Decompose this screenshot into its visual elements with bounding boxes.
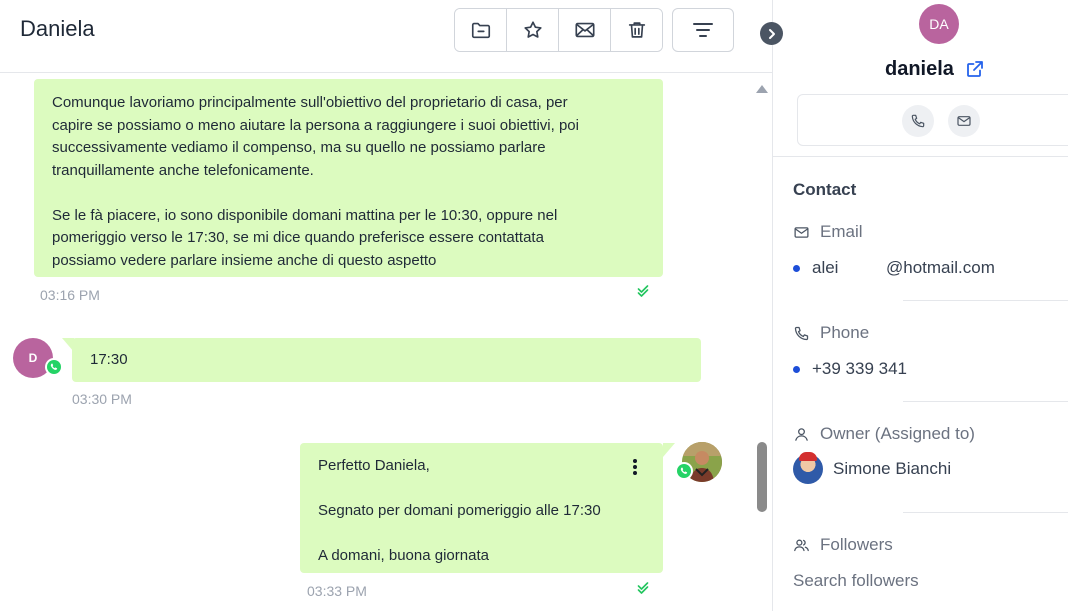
message-bubble: Comunque lavoriamo principalmente sull'o… [34,79,663,277]
message-text: Perfetto Daniela, Segnato per domani pom… [318,457,601,564]
message-time: 03:16 PM [40,287,100,303]
phone-icon [794,326,809,340]
users-icon [794,539,809,551]
folder-button[interactable] [455,9,507,51]
phone-label: Phone [793,323,869,343]
mail-icon [957,116,971,126]
owner-label-text: Owner (Assigned to) [820,424,975,443]
followers-label: Followers [793,535,893,555]
email-label: Email [793,222,863,242]
message-text: 17:30 [90,351,128,368]
owner-avatar [793,452,823,484]
email-value[interactable]: alei @hotmail.com [793,258,995,278]
email-domain: @hotmail.com [886,258,995,277]
owner-label: Owner (Assigned to) [793,424,975,444]
scroll-up-arrow[interactable] [756,85,768,93]
owner-name: Simone Bianchi [833,459,952,478]
phone-value[interactable]: +39 339 341 [793,359,916,379]
star-icon [523,21,542,38]
delivered-check-icon [637,582,649,594]
more-options-icon[interactable] [632,458,638,476]
search-followers-input[interactable]: Search followers [793,571,919,591]
contact-details-panel: DA daniela Contact Email alei @hotmail.c… [772,0,1068,611]
email-label-text: Email [820,222,863,241]
collapse-panel-button[interactable] [760,22,783,45]
call-button[interactable] [902,105,934,137]
message-time: 03:30 PM [72,391,132,407]
send-email-button[interactable] [948,105,980,137]
divider [903,300,1068,301]
contact-avatar: DA [919,4,959,44]
conversation-title: Daniela [20,16,95,41]
primary-dot [793,365,800,373]
bubble-tail [663,443,675,457]
mail-icon [574,22,595,38]
filter-button[interactable] [672,8,734,52]
phone-label-text: Phone [820,323,870,342]
user-icon [795,427,808,441]
whatsapp-icon [675,462,693,480]
mail-button[interactable] [559,9,611,51]
chevron-right-icon [768,28,775,39]
delivered-check-icon [637,285,649,297]
message-text: Comunque lavoriamo principalmente sull'o… [52,94,579,269]
star-button[interactable] [507,9,559,51]
divider [773,156,1068,157]
delete-button[interactable] [611,9,662,51]
chat-pane: Daniela Comunque lavoriamo principalment… [0,0,783,611]
mail-icon [794,226,809,238]
contact-name: daniela [885,58,954,80]
primary-dot [793,264,800,272]
quick-actions [797,94,1068,146]
conversation-toolbar [454,8,663,52]
divider [903,401,1068,402]
conversation-app: Daniela Comunque lavoriamo principalment… [0,0,1068,611]
filter-lines-icon [693,23,713,37]
folder-minus-icon [471,22,490,39]
trash-icon [628,22,645,38]
chat-header: Daniela [0,0,772,73]
owner-select[interactable]: Simone Bianchi [793,452,952,484]
followers-label-text: Followers [820,535,893,554]
scrollbar-thumb[interactable] [757,442,767,512]
email-user: alei [812,258,839,277]
external-link-icon[interactable] [965,59,985,79]
message-time: 03:33 PM [307,583,367,599]
message-bubble: 17:30 [72,338,701,382]
section-title: Contact [793,180,857,199]
message-bubble: Perfetto Daniela, Segnato per domani pom… [300,443,663,573]
divider [903,512,1068,513]
whatsapp-icon [45,358,63,376]
phone-icon [911,114,925,128]
phone-number: +39 339 341 [812,359,908,378]
